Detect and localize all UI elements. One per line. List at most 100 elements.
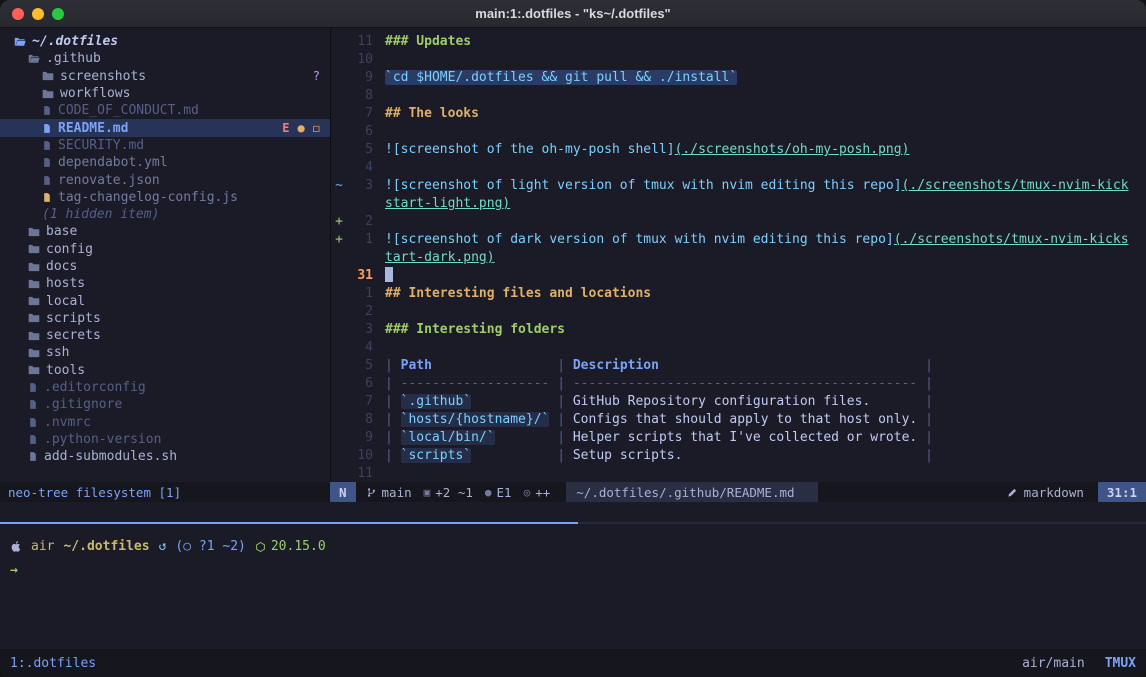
tree-item-security-md[interactable]: SECURITY.md xyxy=(0,137,330,154)
gutter-blank xyxy=(331,105,347,123)
editor-line[interactable]: 7 | `.github` | GitHub Repository configu… xyxy=(331,393,1146,411)
tree-item-screenshots[interactable]: screenshots? xyxy=(0,68,330,85)
editor-line[interactable]: ~3![screenshot of light version of tmux … xyxy=(331,177,1146,195)
git-diff-icon: ▣ xyxy=(424,486,431,499)
editor-line[interactable]: 4 xyxy=(331,159,1146,177)
folder-open-icon xyxy=(14,36,26,48)
tree-item-config[interactable]: config xyxy=(0,241,330,258)
line-text: ![screenshot of light version of tmux wi… xyxy=(385,177,1129,195)
tree-item-dotfiles[interactable]: ~/.dotfiles xyxy=(0,33,330,50)
line-number: 1 xyxy=(347,231,373,249)
gutter-blank xyxy=(331,447,347,465)
gutter-blank xyxy=(331,51,347,69)
tree-item-code-of-conduct-md[interactable]: CODE_OF_CONDUCT.md xyxy=(0,102,330,119)
editor-buffer[interactable]: 11### Updates 10 9`cd $HOME/.dotfiles &&… xyxy=(330,28,1146,482)
tree-item-github[interactable]: .github xyxy=(0,50,330,67)
tree-item-ssh[interactable]: ssh xyxy=(0,344,330,361)
prompt-arrow[interactable]: → xyxy=(10,563,1136,578)
editor-line[interactable]: 10 xyxy=(331,51,1146,69)
tree-item-python-version[interactable]: .python-version xyxy=(0,431,330,448)
tree-item-secrets[interactable]: secrets xyxy=(0,327,330,344)
editor-line[interactable]: 11 xyxy=(331,465,1146,482)
diagnostics-value: E1 xyxy=(497,485,512,500)
line-text: ### Updates xyxy=(385,33,471,51)
tree-item-tag-changelog-config-js[interactable]: tag-changelog-config.js xyxy=(0,189,330,206)
tree-item-readme-md[interactable]: README.mdE●◻ xyxy=(0,119,330,136)
editor-line[interactable]: 1## Interesting files and locations xyxy=(331,285,1146,303)
editor-line[interactable]: 10| `scripts` | Setup scripts. | xyxy=(331,447,1146,465)
tree-item-label: local xyxy=(46,294,85,309)
line-number: 4 xyxy=(347,339,373,357)
text-cursor xyxy=(385,267,393,282)
gutter-blank xyxy=(331,465,347,482)
editor-line[interactable]: 4 xyxy=(331,339,1146,357)
shell-pane[interactable]: air ~/.dotfiles ↺ (○ ?1 ~2) 20.15.0 → xyxy=(0,524,1146,649)
editor-line[interactable]: 3### Interesting folders xyxy=(331,321,1146,339)
file-icon xyxy=(28,381,38,394)
file-icon xyxy=(28,416,38,429)
tree-item-tools[interactable]: tools xyxy=(0,362,330,379)
fullscreen-button[interactable] xyxy=(52,8,64,20)
tree-status-badge: ● xyxy=(298,121,305,135)
gutter-blank xyxy=(331,339,347,357)
editor-line[interactable]: 7## The looks xyxy=(331,105,1146,123)
tree-item-label: hosts xyxy=(46,276,85,291)
gutter-blank xyxy=(331,195,347,213)
close-button[interactable] xyxy=(12,8,24,20)
gutter-blank xyxy=(331,411,347,429)
editor-line[interactable]: 2 xyxy=(331,303,1146,321)
editor-line[interactable]: 31 xyxy=(331,267,1146,285)
line-number: 7 xyxy=(347,393,373,411)
tree-item-editorconfig[interactable]: .editorconfig xyxy=(0,379,330,396)
shell-prompt: air ~/.dotfiles ↺ (○ ?1 ~2) 20.15.0 xyxy=(10,539,1136,554)
tree-item-label: ~/.dotfiles xyxy=(32,34,118,49)
tree-item-gitignore[interactable]: .gitignore xyxy=(0,396,330,413)
editor-line[interactable]: 5| Path | Description | xyxy=(331,357,1146,375)
branch-icon xyxy=(366,487,377,498)
tmux-badge: TMUX xyxy=(1105,656,1136,671)
tree-item-base[interactable]: base xyxy=(0,223,330,240)
gutter-blank xyxy=(331,159,347,177)
gutter-blank xyxy=(331,357,347,375)
editor-line[interactable]: 8| `hosts/{hostname}/` | Configs that sh… xyxy=(331,411,1146,429)
tree-item-label: .nvmrc xyxy=(44,415,91,430)
tree-item-nvmrc[interactable]: .nvmrc xyxy=(0,414,330,431)
tree-item-local[interactable]: local xyxy=(0,292,330,309)
tree-item-label: docs xyxy=(46,259,77,274)
tree-item-1-hidden-item[interactable]: (1 hidden item) xyxy=(0,206,330,223)
editor-line[interactable]: 5![screenshot of the oh-my-posh shell](.… xyxy=(331,141,1146,159)
tree-item-docs[interactable]: docs xyxy=(0,258,330,275)
file-icon xyxy=(42,104,52,117)
editor-line[interactable]: 6| ------------------- | ---------------… xyxy=(331,375,1146,393)
editor-line[interactable]: 6 xyxy=(331,123,1146,141)
line-text: | `.github` | GitHub Repository configur… xyxy=(385,393,933,411)
editor-line[interactable]: 8 xyxy=(331,87,1146,105)
node-version: 20.15.0 xyxy=(255,539,326,554)
tree-item-label: secrets xyxy=(46,328,101,343)
editor-line[interactable]: 9| `local/bin/` | Helper scripts that I'… xyxy=(331,429,1146,447)
editor-line[interactable]: start-light.png) xyxy=(331,195,1146,213)
editor-line[interactable]: +1![screenshot of dark version of tmux w… xyxy=(331,231,1146,249)
traffic-lights xyxy=(12,8,64,20)
neo-tree-statusline: neo-tree filesystem [1] xyxy=(0,482,330,502)
folder-icon xyxy=(28,312,40,324)
tree-item-add-submodules-sh[interactable]: add-submodules.sh xyxy=(0,448,330,465)
tree-item-dependabot-yml[interactable]: dependabot.yml xyxy=(0,154,330,171)
folder-icon xyxy=(42,88,54,100)
line-number: 5 xyxy=(347,141,373,159)
tree-item-label: workflows xyxy=(60,86,130,101)
tree-item-renovate-json[interactable]: renovate.json xyxy=(0,171,330,188)
tree-item-label: .python-version xyxy=(44,432,161,447)
tree-item-label: renovate.json xyxy=(58,173,160,188)
minimize-button[interactable] xyxy=(32,8,44,20)
tmux-window-name[interactable]: 1:.dotfiles xyxy=(10,656,96,671)
folder-icon xyxy=(28,278,40,290)
editor-line[interactable]: 9`cd $HOME/.dotfiles && git pull && ./in… xyxy=(331,69,1146,87)
tree-item-workflows[interactable]: workflows xyxy=(0,85,330,102)
tmux-pane-divider[interactable] xyxy=(0,522,1146,524)
editor-line[interactable]: +2 xyxy=(331,213,1146,231)
editor-line[interactable]: 11### Updates xyxy=(331,33,1146,51)
editor-line[interactable]: tart-dark.png) xyxy=(331,249,1146,267)
tree-item-scripts[interactable]: scripts xyxy=(0,310,330,327)
tree-item-hosts[interactable]: hosts xyxy=(0,275,330,292)
